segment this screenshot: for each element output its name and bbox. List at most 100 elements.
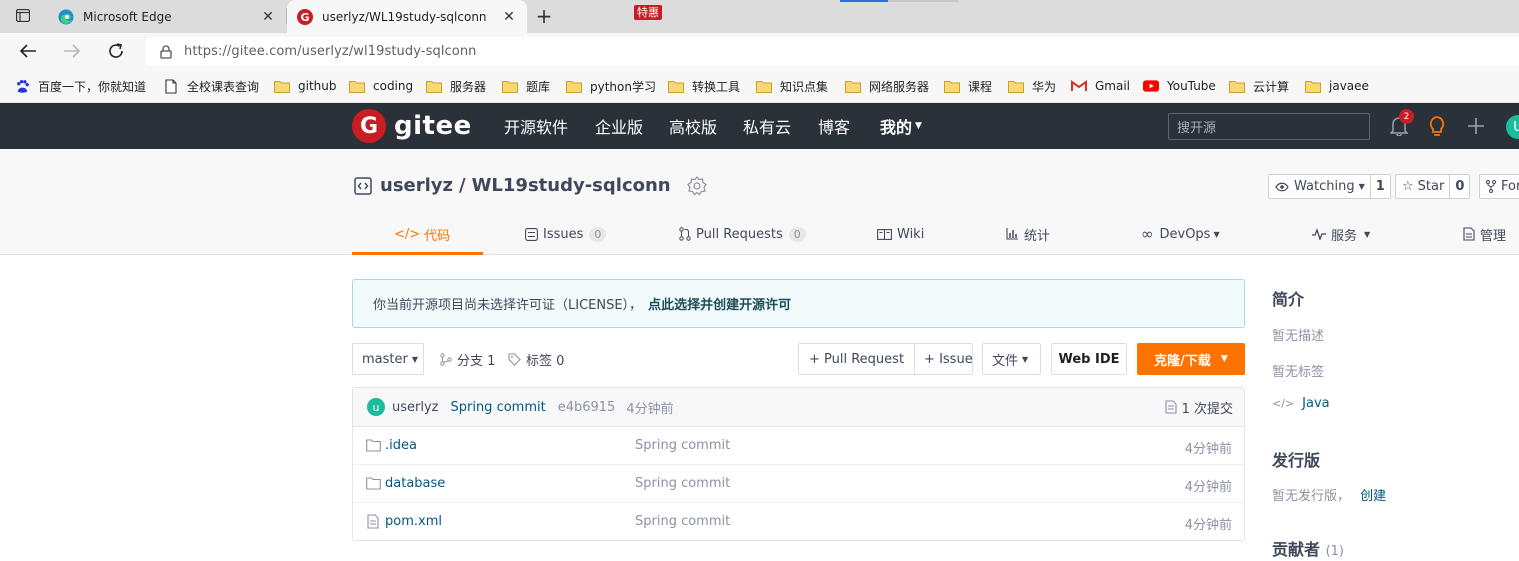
- create-license-link[interactable]: 点此选择并创建开源许可: [648, 294, 791, 313]
- file-commit-time: 4分钟前: [1184, 442, 1232, 457]
- bookmark-folder-course[interactable]: 课程: [944, 77, 992, 95]
- clone-label: 克隆/下载: [1154, 353, 1211, 369]
- gitee-favicon-icon: G: [297, 8, 313, 25]
- commit-author[interactable]: userlyz: [392, 400, 438, 415]
- branch-select[interactable]: master ▼: [352, 343, 424, 375]
- close-tab-icon[interactable]: ✕: [501, 9, 517, 25]
- bookmark-label: 题库: [526, 79, 551, 94]
- file-row[interactable]: .idea Spring commit 4分钟前: [353, 427, 1244, 465]
- refresh-button[interactable]: [104, 39, 128, 63]
- file-menu-button[interactable]: 文件 ▼: [982, 343, 1041, 375]
- tags-link[interactable]: 标签 0: [508, 350, 564, 369]
- fork-button[interactable]: For: [1479, 174, 1519, 199]
- header-search-input[interactable]: 搜开源: [1168, 113, 1370, 140]
- search-placeholder: 搜开源: [1177, 121, 1217, 136]
- bookmark-label: 华为: [1032, 79, 1057, 94]
- url-text: https://gitee.com/userlyz/wl19study-sqlc…: [184, 44, 477, 59]
- language-link[interactable]: </> Java: [1272, 396, 1330, 411]
- bookmark-folder-coding[interactable]: coding: [349, 77, 413, 95]
- gitee-logo[interactable]: G gitee: [352, 109, 472, 143]
- bookmark-folder-tools[interactable]: 转换工具: [668, 77, 740, 95]
- bookmark-folder-github[interactable]: github: [274, 77, 336, 95]
- file-row[interactable]: database Spring commit 4分钟前: [353, 465, 1244, 503]
- bookmark-folder-python[interactable]: python学习: [566, 77, 656, 95]
- new-issue-button[interactable]: + Issue: [915, 352, 982, 367]
- project-name-link[interactable]: WL19study-sqlconn: [472, 175, 671, 196]
- tab-label: Pull Requests: [696, 226, 783, 242]
- eye-icon: [1275, 182, 1289, 191]
- bookmark-folder-server[interactable]: 服务器: [426, 77, 486, 95]
- file-commit-message[interactable]: Spring commit: [635, 476, 730, 491]
- commit-author-avatar[interactable]: u: [367, 398, 385, 416]
- tab-gitee-repo[interactable]: G userlyz/WL19study-sqlconn ✕: [287, 0, 527, 33]
- back-arrow-icon: [19, 44, 36, 58]
- project-owner-link[interactable]: userlyz: [380, 175, 453, 196]
- browser-toolbar: https://gitee.com/userlyz/wl19study-sqlc…: [0, 33, 1519, 69]
- nav-private-cloud[interactable]: 私有云: [743, 103, 791, 149]
- bookmark-schedule[interactable]: 全校课表查询: [163, 77, 259, 95]
- star-count[interactable]: 0: [1449, 175, 1469, 198]
- code-icon: </>: [1272, 397, 1295, 410]
- bookmark-folder-huawei[interactable]: 华为: [1008, 77, 1056, 95]
- nav-open-source[interactable]: 开源软件: [504, 103, 568, 149]
- web-ide-button[interactable]: Web IDE: [1051, 343, 1127, 375]
- nav-mine[interactable]: 我的 ▼: [880, 103, 922, 149]
- branches-label: 分支 1: [457, 354, 496, 369]
- forward-button[interactable]: [60, 39, 84, 63]
- tab-issues[interactable]: Issues 0: [525, 213, 607, 255]
- file-name-link[interactable]: pom.xml: [385, 514, 442, 529]
- bookmark-folder-javaee[interactable]: javaee: [1305, 77, 1369, 95]
- tab-wiki[interactable]: Wiki: [877, 213, 924, 255]
- create-new-button[interactable]: [1465, 115, 1487, 137]
- branches-link[interactable]: 分支 1: [440, 350, 495, 369]
- commit-total-link[interactable]: 1 次提交: [1165, 398, 1233, 417]
- bookmark-baidu[interactable]: 百度一下，你就知道: [14, 77, 146, 95]
- bookmark-folder-tiku[interactable]: 题库: [502, 77, 550, 95]
- commit-message[interactable]: Spring commit: [450, 400, 545, 415]
- bookmark-folder-netserver[interactable]: 网络服务器: [845, 77, 929, 95]
- tag-icon: [508, 353, 521, 366]
- bookmark-folder-knowledge[interactable]: 知识点集: [756, 77, 828, 95]
- tab-manage[interactable]: 管理: [1463, 213, 1506, 255]
- clone-download-button[interactable]: 克隆/下载 ▼: [1137, 343, 1245, 375]
- tab-services[interactable]: 服务 ▼: [1312, 213, 1370, 255]
- tab-code[interactable]: </> 代码: [394, 213, 450, 255]
- notification-count-badge: 2: [1399, 109, 1414, 124]
- tab-actions-button[interactable]: [8, 5, 40, 27]
- tab-devops[interactable]: ∞ DevOps ▼: [1141, 213, 1220, 255]
- close-tab-icon[interactable]: ✕: [260, 9, 276, 25]
- tab-label: Issues: [543, 226, 584, 242]
- tab-microsoft-edge[interactable]: Microsoft Edge ✕: [48, 0, 286, 33]
- tab-pull-requests[interactable]: Pull Requests 0: [679, 213, 806, 255]
- watch-count[interactable]: 1: [1369, 175, 1390, 198]
- bookmark-label: 全校课表查询: [187, 79, 260, 94]
- create-release-link[interactable]: 创建: [1360, 489, 1386, 504]
- contributors-title: 贡献者: [1272, 540, 1321, 559]
- bookmark-label: 转换工具: [692, 79, 741, 94]
- file-commit-message[interactable]: Spring commit: [635, 514, 730, 529]
- bar-chart-icon: [1006, 228, 1018, 240]
- bookmark-youtube[interactable]: YouTube: [1143, 77, 1216, 95]
- window-indicator: [840, 0, 888, 2]
- commit-hash[interactable]: e4b6915: [558, 400, 616, 415]
- nav-enterprise[interactable]: 企业版: [595, 103, 643, 149]
- address-bar[interactable]: https://gitee.com/userlyz/wl19study-sqlc…: [146, 37, 1519, 66]
- file-name-link[interactable]: .idea: [385, 438, 417, 453]
- file-commit-message[interactable]: Spring commit: [635, 438, 730, 453]
- file-name-link[interactable]: database: [385, 476, 445, 491]
- file-row[interactable]: pom.xml Spring commit 4分钟前: [353, 503, 1244, 541]
- bookmark-label: coding: [373, 79, 414, 93]
- tab-statistics[interactable]: 统计: [1006, 213, 1050, 255]
- nav-university[interactable]: 高校版: [669, 103, 717, 149]
- bookmark-folder-cloud[interactable]: 云计算: [1229, 77, 1289, 95]
- new-pull-request-button[interactable]: + Pull Request: [799, 344, 916, 374]
- back-button[interactable]: [16, 39, 40, 63]
- tips-button[interactable]: [1426, 115, 1448, 137]
- new-tab-button[interactable]: +: [532, 4, 556, 28]
- star-button[interactable]: ☆ Star 0: [1395, 174, 1471, 199]
- nav-label: 博客: [818, 118, 851, 137]
- nav-blog[interactable]: 博客: [818, 103, 850, 149]
- bookmark-gmail[interactable]: Gmail: [1071, 77, 1130, 95]
- tab-title: userlyz/WL19study-sqlconn: [322, 9, 487, 24]
- watch-button[interactable]: Watching ▼ 1: [1268, 174, 1391, 199]
